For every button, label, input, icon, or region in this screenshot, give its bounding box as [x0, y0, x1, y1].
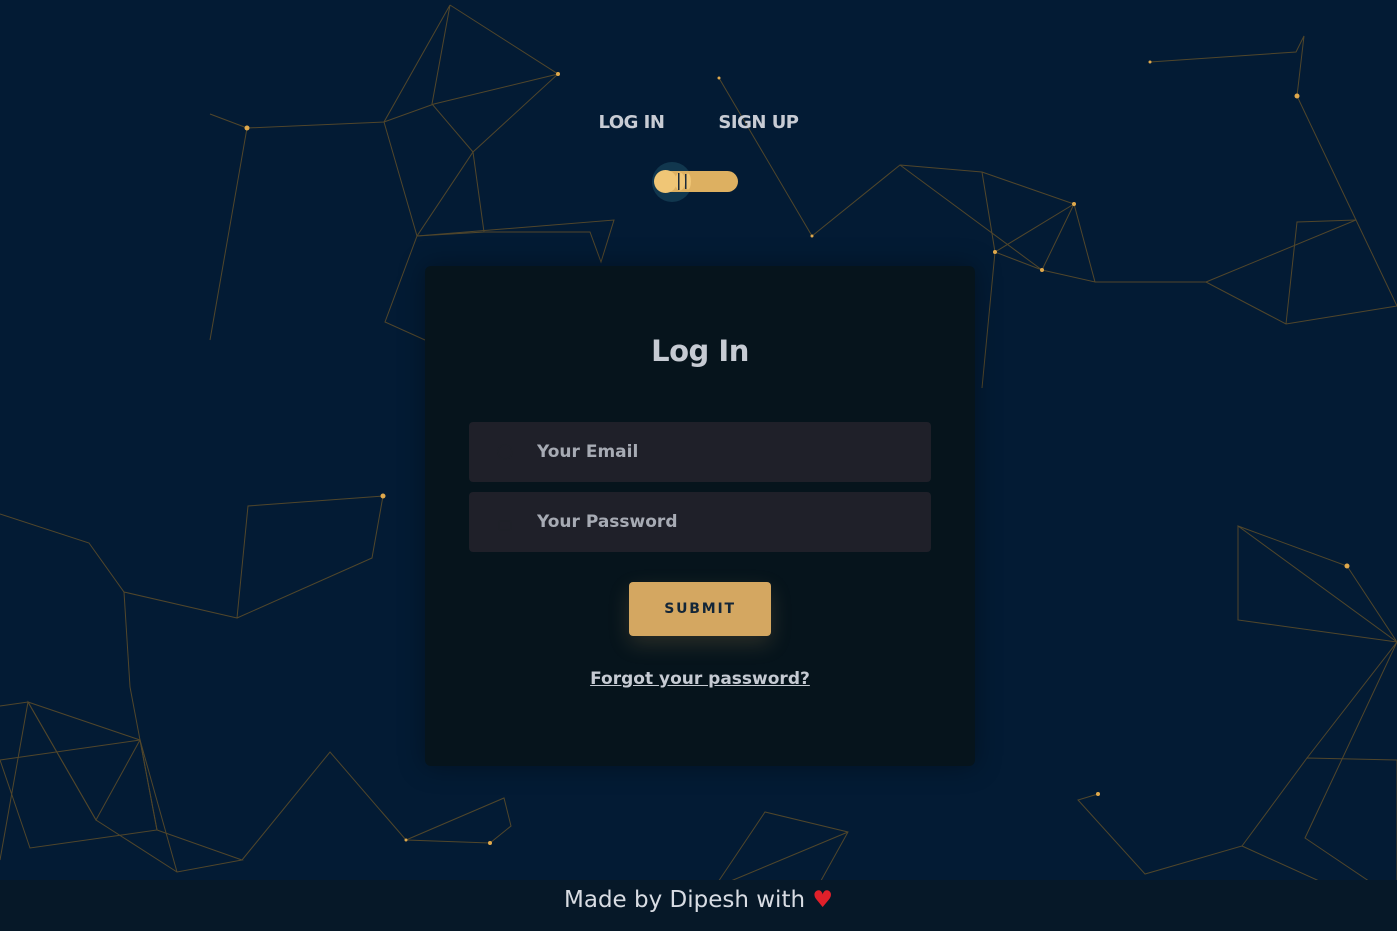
- email-input[interactable]: [469, 422, 931, 482]
- email-field: [469, 422, 931, 482]
- toggle-knob[interactable]: [654, 170, 677, 193]
- heart-icon: ♥: [812, 887, 833, 913]
- page-title: Log In: [651, 334, 749, 368]
- auth-mode-toggle[interactable]: [652, 162, 740, 202]
- lock-icon: [498, 520, 512, 531]
- submit-button[interactable]: SUBMIT: [629, 582, 771, 636]
- tab-log-in[interactable]: LOG IN: [598, 112, 664, 133]
- toggle-arrow-icon: [675, 172, 691, 191]
- forgot-password-link[interactable]: Forgot your password?: [425, 669, 975, 689]
- auth-tabs: LOG IN SIGN UP: [0, 112, 1397, 133]
- password-field: [469, 492, 931, 552]
- tab-sign-up[interactable]: SIGN UP: [718, 112, 799, 133]
- login-page: LOG IN SIGN UP Log In SUBMIT Forg: [0, 0, 1397, 931]
- footer: Made by Dipesh with ♥: [0, 880, 1397, 931]
- at-icon: [497, 444, 513, 460]
- password-input[interactable]: [469, 492, 931, 552]
- login-card: Log In SUBMIT Forgot your password?: [425, 266, 975, 766]
- footer-text: Made by Dipesh with: [564, 887, 813, 913]
